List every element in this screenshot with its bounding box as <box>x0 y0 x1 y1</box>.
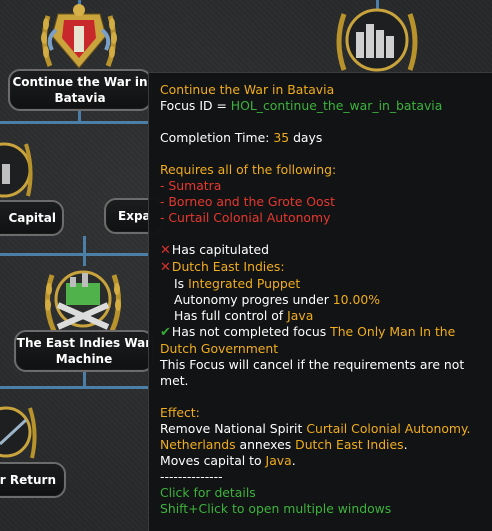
tooltip-requires-header: Requires all of the following: <box>160 162 337 177</box>
connector-line <box>83 236 86 266</box>
tooltip-condition-puppet: Is Integrated Puppet <box>174 276 301 291</box>
tooltip-condition-focus: ✔Has not completed focus The Only Man In… <box>160 324 456 340</box>
tooltip-cancel-note: This Focus will cancel if the requiremen… <box>160 357 465 372</box>
connector-line <box>0 386 148 389</box>
tooltip-condition-autonomy: Autonomy progres under 10.00% <box>174 292 380 307</box>
focus-capital[interactable]: Capital <box>0 200 64 236</box>
connector-line <box>0 253 148 256</box>
tooltip-separator: -------------- <box>160 469 223 484</box>
tooltip-requirement: - Sumatra <box>160 178 222 193</box>
tooltip-effect-annex: Netherlands annexes Dutch East Indies. <box>160 437 408 452</box>
focus-label-text: Expa <box>118 209 151 223</box>
connector-line <box>78 110 81 124</box>
tooltip-hint-click: Click for details <box>160 485 256 500</box>
laurel-skyline-icon[interactable] <box>0 138 34 202</box>
laurel-rifle-icon[interactable] <box>0 402 40 464</box>
focus-our-return[interactable]: ur Return <box>0 462 66 498</box>
tooltip-hint-shift-click: Shift+Click to open multiple windows <box>160 501 392 516</box>
focus-label-text: The East Indies War Machine <box>16 336 152 366</box>
connector-line <box>0 121 148 124</box>
tooltip-cancel-note-cont: met. <box>160 373 189 388</box>
tooltip-effect-spirit: Remove National Spirit Curtail Colonial … <box>160 421 471 436</box>
focus-east-indies-war-machine[interactable]: The East Indies War Machine <box>14 330 154 372</box>
tooltip-condition-java: Has full control of Java <box>174 308 314 323</box>
tooltip-condition-dei: ✕Dutch East Indies: <box>160 259 285 275</box>
focus-label-text: Capital <box>8 211 56 225</box>
cross-icon: ✕ <box>160 260 171 275</box>
focus-tooltip: Continue the War in Batavia Focus ID = H… <box>148 72 492 531</box>
coat-of-arms-icon[interactable] <box>36 2 122 74</box>
city-skyline-icon[interactable] <box>332 2 422 74</box>
focus-label-text: Continue the War in Batavia <box>12 75 148 105</box>
tooltip-condition-capitulated: ✕Has capitulated <box>160 242 270 258</box>
war-machine-icon[interactable] <box>40 265 126 337</box>
tooltip-requirement: - Curtail Colonial Autonomy <box>160 210 331 225</box>
tooltip-effect-header: Effect: <box>160 405 200 420</box>
tooltip-title: Continue the War in Batavia <box>160 82 335 97</box>
focus-continue-war-batavia[interactable]: Continue the War in Batavia <box>8 69 152 111</box>
tooltip-condition-focus-cont: Dutch Government <box>160 341 279 356</box>
focus-label-text: ur Return <box>0 473 56 487</box>
checkmark-icon: ✔ <box>160 325 171 340</box>
tooltip-requirement: - Borneo and the Grote Oost <box>160 194 335 209</box>
tooltip-focus-id: Focus ID = HOL_continue_the_war_in_batav… <box>160 98 443 113</box>
cross-icon: ✕ <box>160 243 171 258</box>
tooltip-completion-time: Completion Time: 35 days <box>160 130 323 145</box>
tooltip-effect-capital: Moves capital to Java. <box>160 453 296 468</box>
